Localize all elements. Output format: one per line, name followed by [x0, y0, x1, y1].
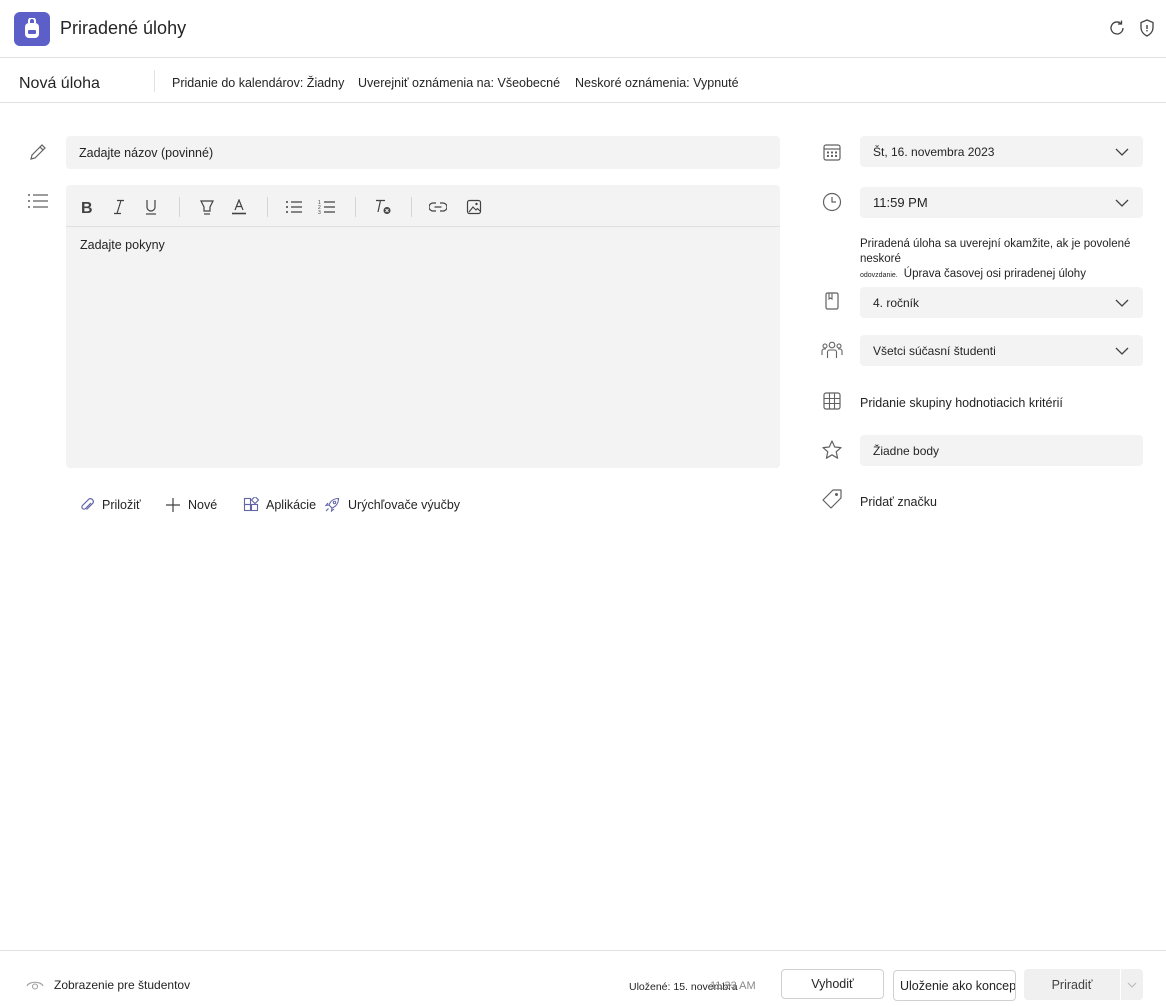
student-view-label: Zobrazenie pre študentov	[54, 978, 191, 992]
announce-setting-link[interactable]: Uverejniť oznámenia na: Všeobecné	[358, 76, 560, 90]
schedule-note: Priradená úloha sa uverejní okamžite, ak…	[860, 237, 1160, 283]
class-picker[interactable]: 4. ročník	[860, 287, 1143, 318]
toolbar-divider	[267, 197, 268, 217]
italic-icon[interactable]	[108, 196, 130, 218]
points-value: Žiadne body	[873, 444, 940, 458]
svg-text:3: 3	[318, 210, 321, 215]
divider	[154, 70, 155, 92]
title-input[interactable]	[66, 136, 780, 169]
sub-header: Nová úloha Pridanie do kalendárov: Žiadn…	[0, 59, 1166, 103]
attach-button[interactable]: Priložiť	[78, 494, 141, 516]
student-view-button[interactable]: Zobrazenie pre študentov	[26, 978, 190, 992]
calendar-icon	[820, 140, 844, 164]
chevron-down-icon	[1115, 199, 1129, 207]
new-button[interactable]: Nové	[164, 494, 217, 516]
learning-accelerators-button[interactable]: Urýchľovače výučby	[323, 494, 460, 516]
clock-icon	[820, 190, 844, 214]
students-value: Všetci súčasní študenti	[873, 344, 996, 358]
image-icon[interactable]	[463, 196, 485, 218]
learning-accelerators-label: Urýchľovače výučby	[348, 498, 461, 512]
notebook-icon	[820, 289, 844, 313]
new-task-title: Nová úloha	[19, 75, 100, 92]
svg-text:B: B	[81, 200, 93, 215]
footer-bar: Zobrazenie pre študentov Uložené: 15. no…	[0, 950, 1166, 1007]
eye-icon	[26, 978, 44, 992]
app-title: Priradené úlohy	[60, 18, 187, 38]
star-icon	[820, 438, 844, 462]
people-icon	[820, 338, 844, 362]
underline-icon[interactable]	[140, 196, 162, 218]
assign-options-button[interactable]	[1121, 969, 1143, 1000]
pencil-icon	[26, 140, 50, 164]
assign-button[interactable]: Priradiť	[1024, 969, 1120, 1000]
points-input[interactable]: Žiadne body	[860, 435, 1143, 466]
shield-icon[interactable]	[1137, 18, 1157, 38]
app-header: Priradené úlohy	[0, 0, 1166, 58]
saved-time: 11:33 AM	[710, 980, 756, 992]
late-notice-setting-link[interactable]: Neskoré oznámenia: Vypnuté	[575, 76, 739, 90]
refresh-icon[interactable]	[1107, 18, 1127, 38]
apps-label: Aplikácie	[266, 498, 317, 512]
due-time-picker[interactable]: 11:59 PM	[860, 187, 1143, 218]
discard-button[interactable]: Vyhodiť	[781, 969, 884, 999]
due-date-value: Št, 16. novembra 2023	[873, 145, 995, 159]
highlight-icon[interactable]	[196, 196, 218, 218]
due-time-value: 11:59 PM	[873, 195, 928, 210]
link-icon[interactable]	[427, 196, 449, 218]
chevron-down-icon	[1115, 347, 1129, 355]
save-draft-button[interactable]: Uloženie ako konceptu	[893, 970, 1016, 1001]
plus-icon	[164, 496, 182, 514]
students-picker[interactable]: Všetci súčasní študenti	[860, 335, 1143, 366]
clear-format-icon[interactable]	[372, 196, 394, 218]
chevron-down-icon	[1115, 299, 1129, 307]
font-color-icon[interactable]	[228, 196, 250, 218]
toolbar-divider	[411, 197, 412, 217]
backpack-icon	[14, 12, 50, 46]
toolbar-divider	[179, 197, 180, 217]
tag-icon	[820, 487, 844, 511]
attach-label: Priložiť	[102, 498, 141, 512]
bullet-list-icon[interactable]	[283, 196, 305, 218]
instructions-placeholder[interactable]: Zadajte pokyny	[80, 238, 165, 252]
list-icon	[26, 189, 50, 213]
calendar-setting-link[interactable]: Pridanie do kalendárov: Žiadny	[172, 76, 344, 90]
rocket-icon	[323, 496, 341, 514]
schedule-note-small: odovzdanie.	[860, 272, 898, 279]
edit-timeline-link[interactable]: Úprava časovej osi priradenej úlohy	[904, 268, 1086, 280]
bold-icon[interactable]: B	[76, 196, 98, 218]
chevron-down-icon	[1115, 148, 1129, 156]
chevron-down-icon	[1127, 982, 1137, 988]
rubric-grid-icon	[820, 389, 844, 413]
new-label: Nové	[188, 498, 218, 512]
toolbar-divider	[355, 197, 356, 217]
add-tag-link[interactable]: Pridať značku	[860, 495, 937, 509]
apps-button[interactable]: Aplikácie	[242, 494, 316, 516]
class-value: 4. ročník	[873, 296, 920, 310]
due-date-picker[interactable]: Št, 16. novembra 2023	[860, 136, 1143, 167]
instructions-editor[interactable]: B 123 Zadajte pokyny	[66, 185, 780, 468]
add-rubric-link[interactable]: Pridanie skupiny hodnotiacich kritérií	[860, 396, 1063, 410]
numbered-list-icon[interactable]: 123	[316, 196, 338, 218]
schedule-note-text: Priradená úloha sa uverejní okamžite, ak…	[860, 238, 1131, 265]
paperclip-icon	[78, 496, 96, 514]
editor-toolbar: B 123	[66, 185, 780, 227]
apps-icon	[242, 496, 260, 514]
